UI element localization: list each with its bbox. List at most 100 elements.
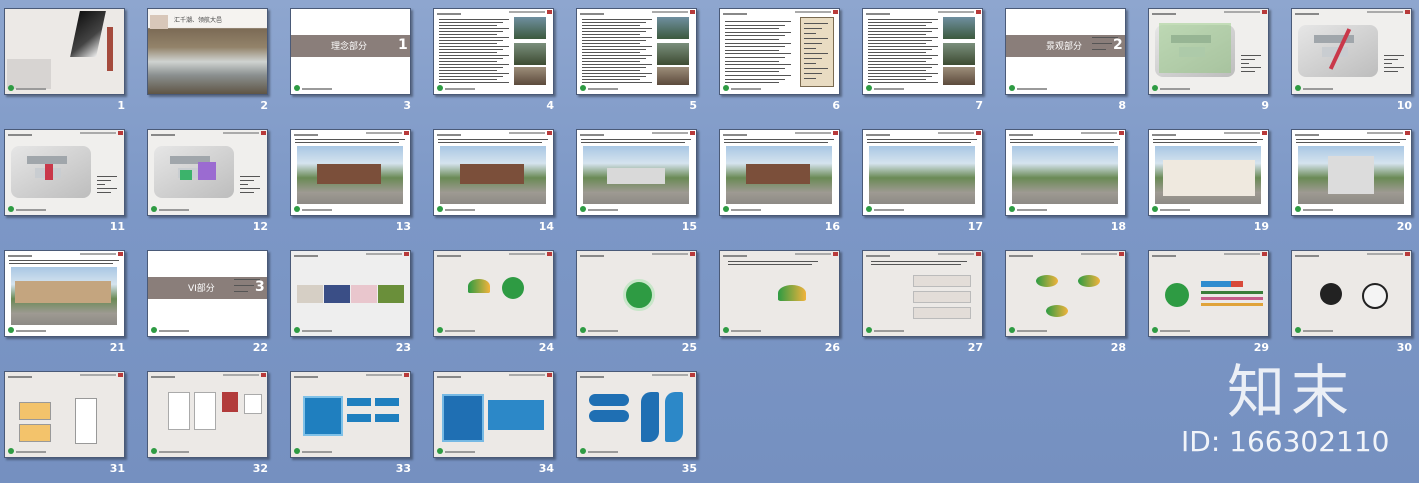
slide-thumbnail-5[interactable]: 5 xyxy=(576,8,697,113)
slide-thumbnail-30[interactable]: 30 xyxy=(1291,250,1412,355)
slide-thumbnail-19[interactable]: 19 xyxy=(1148,129,1269,234)
slide-preview[interactable] xyxy=(576,250,697,337)
slide-thumbnail-17[interactable]: 17 xyxy=(862,129,983,234)
slide-thumbnail-6[interactable]: 6 xyxy=(719,8,840,113)
slide-preview[interactable] xyxy=(1148,129,1269,216)
slide-preview[interactable] xyxy=(4,8,125,95)
slide-preview[interactable] xyxy=(1291,250,1412,337)
slide-header-title xyxy=(151,134,175,136)
slide-preview[interactable]: 景观部分 2 xyxy=(1005,8,1126,95)
text-line xyxy=(804,38,828,39)
slide-thumbnail-4[interactable]: 4 xyxy=(433,8,554,113)
footer-logo-icon xyxy=(437,448,443,454)
slide-thumbnail-14[interactable]: 14 xyxy=(433,129,554,234)
slide-thumbnail-35[interactable]: 35 xyxy=(576,371,697,476)
slide-thumbnail-9[interactable]: 9 xyxy=(1148,8,1269,113)
slide-preview[interactable] xyxy=(4,250,125,337)
slide-preview[interactable] xyxy=(290,129,411,216)
slide-thumbnail-8[interactable]: 景观部分 2 8 xyxy=(1005,8,1126,113)
slide-preview[interactable] xyxy=(1148,8,1269,95)
slide-thumbnail-29[interactable]: 29 xyxy=(1148,250,1269,355)
slide-preview[interactable] xyxy=(719,250,840,337)
slide-number: 34 xyxy=(538,462,554,475)
slide-thumbnail-11[interactable]: 11 xyxy=(4,129,125,234)
slide-preview[interactable] xyxy=(719,8,840,95)
slide-header-right xyxy=(938,132,974,134)
slide-thumbnail-20[interactable]: 20 xyxy=(1291,129,1412,234)
slide-preview[interactable] xyxy=(433,250,554,337)
slide-thumbnail-12[interactable]: 12 xyxy=(147,129,268,234)
slide-header-right xyxy=(509,374,545,376)
slide-thumbnail-25[interactable]: 25 xyxy=(576,250,697,355)
slide-thumbnail-1[interactable]: 1 xyxy=(4,8,125,113)
slide-thumbnail-26[interactable]: 26 xyxy=(719,250,840,355)
slide-preview[interactable] xyxy=(1291,129,1412,216)
slide-thumbnail-34[interactable]: 34 xyxy=(433,371,554,476)
slide-preview[interactable] xyxy=(433,129,554,216)
slide-thumbnail-10[interactable]: 10 xyxy=(1291,8,1412,113)
footer-text xyxy=(731,88,761,90)
slide-thumbnail-21[interactable]: 21 xyxy=(4,250,125,355)
slide-preview[interactable] xyxy=(433,371,554,458)
slide-thumbnail-24[interactable]: 24 xyxy=(433,250,554,355)
text-line xyxy=(438,142,542,143)
text-line xyxy=(725,75,791,76)
slide-preview[interactable]: 理念部分 1 xyxy=(290,8,411,95)
slide-thumbnail-33[interactable]: 33 xyxy=(290,371,411,476)
slide-thumbnail-22[interactable]: VI部分 3 22 xyxy=(147,250,268,355)
close-badge-icon xyxy=(118,252,123,256)
slide-thumbnail-28[interactable]: 28 xyxy=(1005,250,1126,355)
landscape-photo xyxy=(657,17,689,39)
slide-thumbnail-18[interactable]: 18 xyxy=(1005,129,1126,234)
slide-header-title xyxy=(723,13,747,15)
close-badge-icon xyxy=(690,131,695,135)
slide-preview[interactable] xyxy=(4,129,125,216)
text-line xyxy=(439,70,497,71)
slide-thumbnail-32[interactable]: 32 xyxy=(147,371,268,476)
slide-preview[interactable] xyxy=(576,371,697,458)
slide-preview[interactable] xyxy=(862,129,983,216)
slide-preview[interactable] xyxy=(147,129,268,216)
slide-number: 31 xyxy=(109,462,125,475)
slide-preview[interactable] xyxy=(290,371,411,458)
slide-preview[interactable] xyxy=(862,8,983,95)
slide-thumbnail-27[interactable]: 27 xyxy=(862,250,983,355)
slide-header-right xyxy=(80,253,116,255)
slide-preview[interactable] xyxy=(1005,250,1126,337)
text-line xyxy=(439,52,497,53)
slide-number: 9 xyxy=(1261,99,1269,112)
text-line xyxy=(725,53,791,55)
slide-preview[interactable]: VI部分 3 xyxy=(147,250,268,337)
text-line xyxy=(868,58,932,59)
slide-preview[interactable] xyxy=(1148,250,1269,337)
slide-thumbnail-31[interactable]: 31 xyxy=(4,371,125,476)
slide-thumbnail-2[interactable]: 汇千潮、领航大邑 2 xyxy=(147,8,268,113)
slide-preview[interactable] xyxy=(719,129,840,216)
text-line xyxy=(725,39,779,40)
footer-text xyxy=(588,451,618,453)
slide-header-title xyxy=(437,376,461,378)
slide-preview[interactable] xyxy=(1005,129,1126,216)
footer-logo-icon xyxy=(866,85,872,91)
slide-preview[interactable] xyxy=(433,8,554,95)
slide-thumbnail-16[interactable]: 16 xyxy=(719,129,840,234)
text-line xyxy=(1296,142,1400,143)
slide-preview[interactable]: 汇千潮、领航大邑 xyxy=(147,8,268,95)
slide-preview[interactable] xyxy=(862,250,983,337)
slide-thumbnail-3[interactable]: 理念部分 1 3 xyxy=(290,8,411,113)
slide-preview[interactable] xyxy=(576,8,697,95)
slide-header-title xyxy=(1295,134,1319,136)
slide-preview[interactable] xyxy=(576,129,697,216)
slide-thumbnail-15[interactable]: 15 xyxy=(576,129,697,234)
slide-preview[interactable] xyxy=(1291,8,1412,95)
slide-preview[interactable] xyxy=(147,371,268,458)
slide-thumbnail-7[interactable]: 7 xyxy=(862,8,983,113)
slide-preview[interactable] xyxy=(4,371,125,458)
slide-preview[interactable] xyxy=(290,250,411,337)
text-line xyxy=(868,46,938,47)
slide-thumbnail-13[interactable]: 13 xyxy=(290,129,411,234)
slide-number: 13 xyxy=(395,220,411,233)
logo-circle xyxy=(502,277,524,299)
slide-number: 4 xyxy=(546,99,554,112)
slide-thumbnail-23[interactable]: 23 xyxy=(290,250,411,355)
